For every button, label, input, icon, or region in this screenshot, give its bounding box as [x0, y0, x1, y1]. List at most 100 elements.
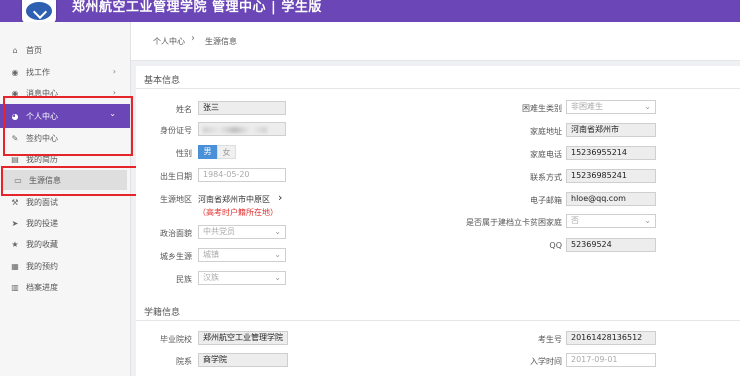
sidebar-item-interviews[interactable]: ⚒ 我的面试 [0, 192, 130, 212]
graduate-school-label: 毕业院校 [160, 335, 192, 344]
home-phone-label: 家庭电话 [530, 150, 562, 159]
ethnicity-select[interactable]: 汉族 ⌄ [198, 271, 286, 285]
sidebar-item-applications[interactable]: ➤ 我的投递 [0, 213, 130, 233]
breadcrumb-parent[interactable]: 个人中心 [153, 36, 185, 47]
name-label: 姓名 [176, 105, 192, 114]
id-number-label: 身份证号 [160, 126, 192, 135]
sidebar-item-label: 我的投递 [26, 218, 58, 228]
home-address-field[interactable]: 河南省郑州市 [566, 123, 656, 137]
poverty-family-label: 是否属于建档立卡贫困家庭 [466, 218, 562, 227]
hardship-type-value: 非困难生 [571, 102, 603, 111]
sidebar-item-label: 找工作 [26, 67, 50, 77]
bar-chart-icon: ▥ [11, 282, 19, 292]
chevron-right-icon: › [112, 88, 116, 97]
home-address-label: 家庭地址 [530, 127, 562, 136]
contact-field[interactable]: 15236985241 [566, 169, 656, 183]
political-status-select[interactable]: 中共党员 ⌄ [198, 225, 286, 239]
user-circle-icon: ◕ [11, 111, 19, 121]
ethnicity-value: 汉族 [203, 273, 219, 282]
sidebar-item-signing[interactable]: ✎ 签约中心 [0, 128, 130, 148]
sidebar-item-label: 生源信息 [29, 175, 61, 185]
calendar-icon: ▦ [11, 261, 19, 271]
sidebar-item-personal-center[interactable]: ◕ 个人中心 ⌄ [0, 104, 130, 128]
chevron-right-icon: › [112, 67, 116, 76]
hardship-type-select[interactable]: 非困难生 ⌄ [566, 100, 656, 114]
sidebar-item-label: 我的简历 [26, 154, 58, 164]
app-title: 郑州航空工业管理学院 管理中心 | 学生版 [72, 0, 322, 15]
qq-label: QQ [549, 241, 562, 250]
section-title-school: 学籍信息 [144, 308, 181, 318]
sidebar-item-label: 我的面试 [26, 197, 58, 207]
sidebar-item-jobs[interactable]: ◉ 找工作 › [0, 62, 130, 82]
top-header: 郑州航空工业管理学院 管理中心 | 学生版 [0, 0, 740, 24]
exam-number-field[interactable]: 20161428136512 [566, 331, 656, 345]
sidebar: ⌂ 首页 ◉ 找工作 › ◉ 消息中心 › ◕ 个人中心 ⌄ ✎ 签约中心 ▤ … [0, 22, 131, 376]
main-content: 基本信息 姓名 张三 身份证号 性别 男 女 出生日期 1984-05-20 生… [136, 66, 740, 376]
ethnicity-label: 民族 [176, 275, 192, 284]
redacted-id-blur [203, 127, 267, 133]
sidebar-item-archive-progress[interactable]: ▥ 档案进度 [0, 277, 130, 297]
sidebar-item-messages[interactable]: ◉ 消息中心 › [0, 83, 130, 103]
chevron-down-icon: ⌄ [274, 250, 281, 259]
origin-region-chevron-icon[interactable]: › [278, 191, 282, 204]
document-icon: ▤ [11, 154, 19, 164]
send-icon: ➤ [11, 218, 19, 228]
urban-rural-select[interactable]: 城镇 ⌄ [198, 248, 286, 262]
sidebar-item-label: 个人中心 [26, 111, 58, 121]
gender-label: 性别 [176, 149, 192, 158]
breadcrumb-current: 生源信息 [205, 37, 237, 46]
birth-date-input[interactable]: 1984-05-20 [198, 168, 286, 182]
poverty-family-value: 否 [571, 216, 579, 225]
home-phone-field[interactable]: 15236955214 [566, 146, 656, 160]
sidebar-item-favorites[interactable]: ★ 我的收藏 [0, 234, 130, 254]
id-card-icon: ▭ [14, 175, 22, 185]
sidebar-item-home[interactable]: ⌂ 首页 [0, 40, 130, 60]
star-icon: ★ [11, 239, 19, 249]
school-logo [22, 0, 56, 24]
political-status-value: 中共党员 [203, 227, 235, 236]
breadcrumb: 个人中心 › 生源信息 [131, 22, 740, 61]
sidebar-item-label: 消息中心 [26, 88, 58, 98]
sidebar-item-resume[interactable]: ▤ 我的简历 [0, 149, 130, 169]
sidebar-item-label: 我的收藏 [26, 239, 58, 249]
gender-female-toggle[interactable]: 女 [217, 145, 236, 159]
sidebar-item-label: 我的预约 [26, 261, 58, 271]
breadcrumb-separator-icon: › [191, 33, 195, 44]
sidebar-item-appointments[interactable]: ▦ 我的预约 [0, 256, 130, 276]
sidebar-item-student-source-info[interactable]: ▭ 生源信息 [3, 170, 127, 190]
section-divider [136, 88, 740, 89]
poverty-family-select[interactable]: 否 ⌄ [566, 214, 656, 228]
chevron-down-icon: ⌄ [109, 109, 116, 118]
chevron-down-icon: ⌄ [274, 273, 281, 282]
name-field[interactable]: 张三 [198, 101, 286, 115]
home-icon: ⌂ [12, 45, 18, 55]
email-field[interactable]: hloe@qq.com [566, 192, 656, 206]
department-field[interactable]: 商学院 [198, 353, 288, 367]
id-number-field[interactable] [198, 122, 286, 136]
sidebar-item-label: 首页 [26, 45, 42, 55]
exam-number-label: 考生号 [538, 335, 562, 344]
sidebar-item-label: 签约中心 [26, 133, 58, 143]
origin-region-value: 河南省郑州市中原区 [198, 195, 270, 204]
gavel-icon: ⚒ [11, 197, 19, 207]
origin-region-label: 生源地区 [160, 195, 192, 204]
origin-region-note: （高考时户籍所在地） [198, 208, 278, 217]
enrollment-date-input[interactable]: 2017-09-01 [566, 353, 656, 367]
chevron-down-icon: ⌄ [274, 227, 281, 236]
email-label: 电子邮箱 [530, 196, 562, 205]
sidebar-item-label: 档案进度 [26, 282, 58, 292]
graduate-school-field[interactable]: 郑州航空工业管理学院 [198, 331, 288, 345]
department-label: 院系 [176, 357, 192, 366]
urban-rural-label: 城乡生源 [160, 252, 192, 261]
pencil-icon: ✎ [11, 133, 19, 143]
hardship-type-label: 困难生类别 [522, 104, 562, 113]
political-status-label: 政治面貌 [160, 229, 192, 238]
chevron-down-icon: ⌄ [644, 216, 651, 225]
chevron-down-icon: ⌄ [644, 102, 651, 111]
eye-icon: ◉ [11, 88, 19, 98]
gender-male-toggle[interactable]: 男 [198, 145, 217, 159]
qq-field[interactable]: 52369524 [566, 238, 656, 252]
eye-icon: ◉ [11, 67, 19, 77]
enrollment-date-label: 入学时间 [530, 357, 562, 366]
contact-label: 联系方式 [530, 173, 562, 182]
